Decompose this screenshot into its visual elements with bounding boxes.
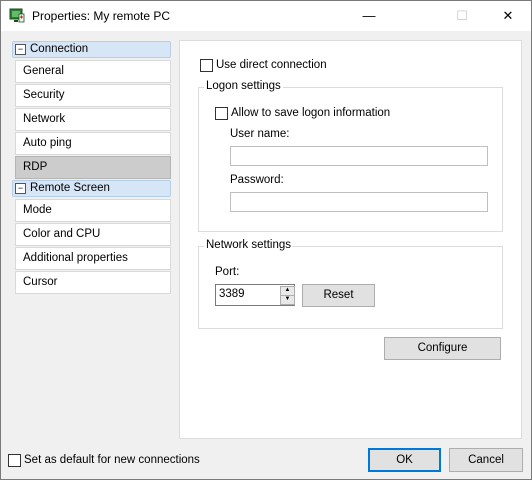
sidebar-item-rdp[interactable]: RDP <box>15 156 171 179</box>
reset-button-label: Reset <box>323 289 354 301</box>
reset-button[interactable]: Reset <box>302 284 375 307</box>
minimize-button[interactable]: — <box>346 1 392 31</box>
sidebar-group-label: Connection <box>30 43 89 55</box>
logon-settings-group: Logon settings Allow to save logon infor… <box>198 80 503 232</box>
minimize-icon: — <box>362 8 376 23</box>
sidebar-item-label: Security <box>23 89 65 101</box>
properties-dialog: Properties: My remote PC — ☐ ✕ − Connect… <box>0 0 532 480</box>
sidebar-item-color-and-cpu[interactable]: Color and CPU <box>15 223 171 246</box>
user-name-label: User name: <box>230 128 290 140</box>
configure-button-label: Configure <box>417 342 468 354</box>
sidebar-item-cursor[interactable]: Cursor <box>15 271 171 294</box>
cancel-button-label: Cancel <box>468 454 504 466</box>
port-stepper-arrows: ▲ ▼ <box>280 286 295 305</box>
logon-settings-legend: Logon settings <box>204 80 283 92</box>
remote-pc-app-icon <box>9 8 25 23</box>
port-stepper[interactable]: 3389 ▲ ▼ <box>215 284 295 306</box>
set-default-checkbox[interactable] <box>8 454 21 467</box>
ok-button[interactable]: OK <box>368 448 441 472</box>
ok-button-label: OK <box>396 454 413 466</box>
sidebar-item-label: Cursor <box>23 276 58 288</box>
port-label: Port: <box>215 266 240 278</box>
maximize-button[interactable]: ☐ <box>439 1 485 31</box>
network-settings-legend: Network settings <box>204 239 294 251</box>
use-direct-connection-checkbox[interactable] <box>200 59 213 72</box>
sidebar-item-label: Color and CPU <box>23 228 101 240</box>
sidebar-item-auto-ping[interactable]: Auto ping <box>15 132 171 155</box>
configure-button[interactable]: Configure <box>384 337 501 360</box>
password-input[interactable] <box>230 192 488 212</box>
port-value: 3389 <box>219 288 245 300</box>
sidebar-item-label: Mode <box>23 204 52 216</box>
sidebar-item-network[interactable]: Network <box>15 108 171 131</box>
password-label: Password: <box>230 174 284 186</box>
user-name-input[interactable] <box>230 146 488 166</box>
sidebar-item-label: Network <box>23 113 66 125</box>
use-direct-connection-label[interactable]: Use direct connection <box>216 59 327 71</box>
cancel-button[interactable]: Cancel <box>449 448 523 472</box>
sidebar-item-mode[interactable]: Mode <box>15 199 171 222</box>
window-title: Properties: My remote PC <box>32 9 171 23</box>
collapse-icon[interactable]: − <box>15 183 26 194</box>
sidebar-item-label: Auto ping <box>23 137 72 149</box>
sidebar-group-connection[interactable]: − Connection <box>12 41 171 58</box>
sidebar-item-security[interactable]: Security <box>15 84 171 107</box>
sidebar-item-label: Additional properties <box>23 252 128 264</box>
sidebar-item-label: General <box>23 65 64 77</box>
sidebar-item-general[interactable]: General <box>15 60 171 83</box>
collapse-icon[interactable]: − <box>15 44 26 55</box>
rdp-settings-panel: Use direct connection Logon settings All… <box>179 40 522 439</box>
network-settings-group: Network settings Port: 3389 ▲ ▼ Reset <box>198 239 503 329</box>
sidebar-group-remote-screen[interactable]: − Remote Screen <box>12 180 171 197</box>
sidebar-group-label: Remote Screen <box>30 182 110 194</box>
close-icon: ✕ <box>502 8 514 23</box>
set-default-label[interactable]: Set as default for new connections <box>24 454 200 466</box>
sidebar-item-additional-properties[interactable]: Additional properties <box>15 247 171 270</box>
maximize-icon: ☐ <box>456 8 468 23</box>
allow-save-logon-checkbox[interactable] <box>215 107 228 120</box>
decrement-icon[interactable]: ▼ <box>280 295 295 305</box>
close-button[interactable]: ✕ <box>485 1 531 31</box>
allow-save-logon-label[interactable]: Allow to save logon information <box>231 107 390 119</box>
sidebar-item-label: RDP <box>23 161 48 173</box>
title-bar[interactable]: Properties: My remote PC — ☐ ✕ <box>1 1 531 31</box>
